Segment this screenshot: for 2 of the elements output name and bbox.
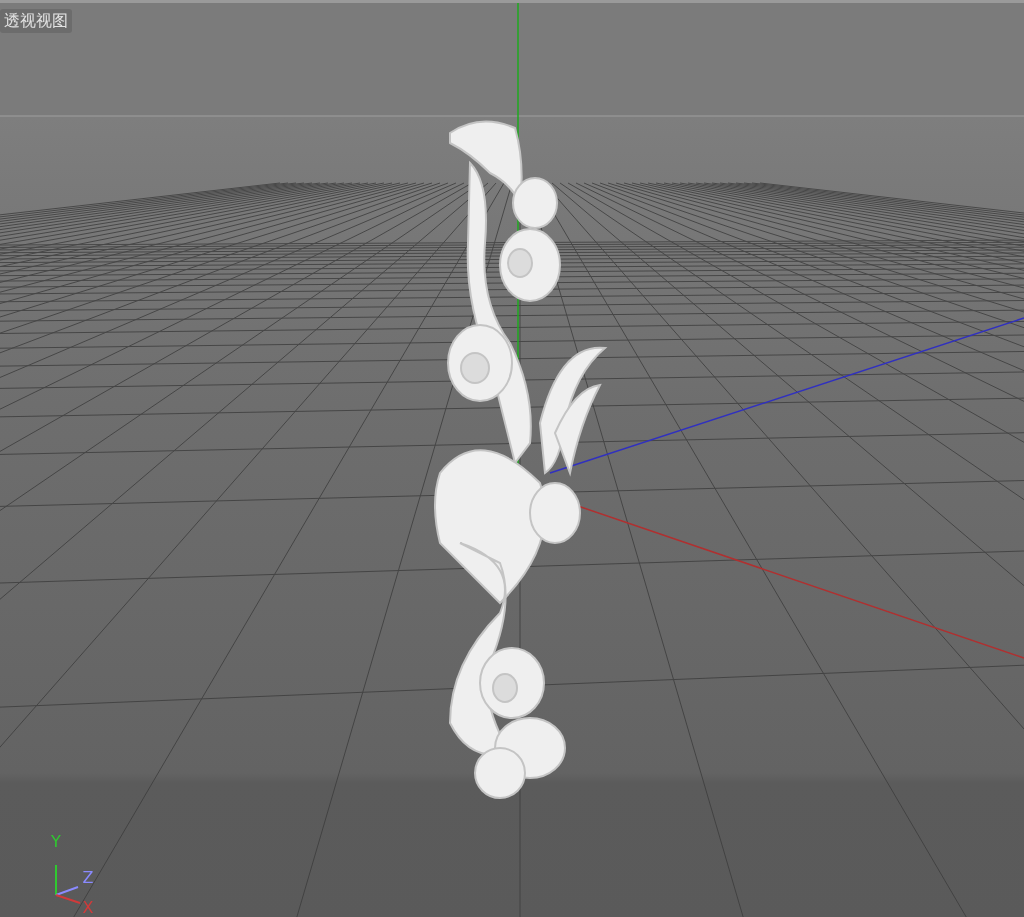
viewport-label: 透视视图 [0, 9, 72, 33]
viewport-canvas[interactable]: 透视视图 Y Z X [0, 0, 1024, 917]
